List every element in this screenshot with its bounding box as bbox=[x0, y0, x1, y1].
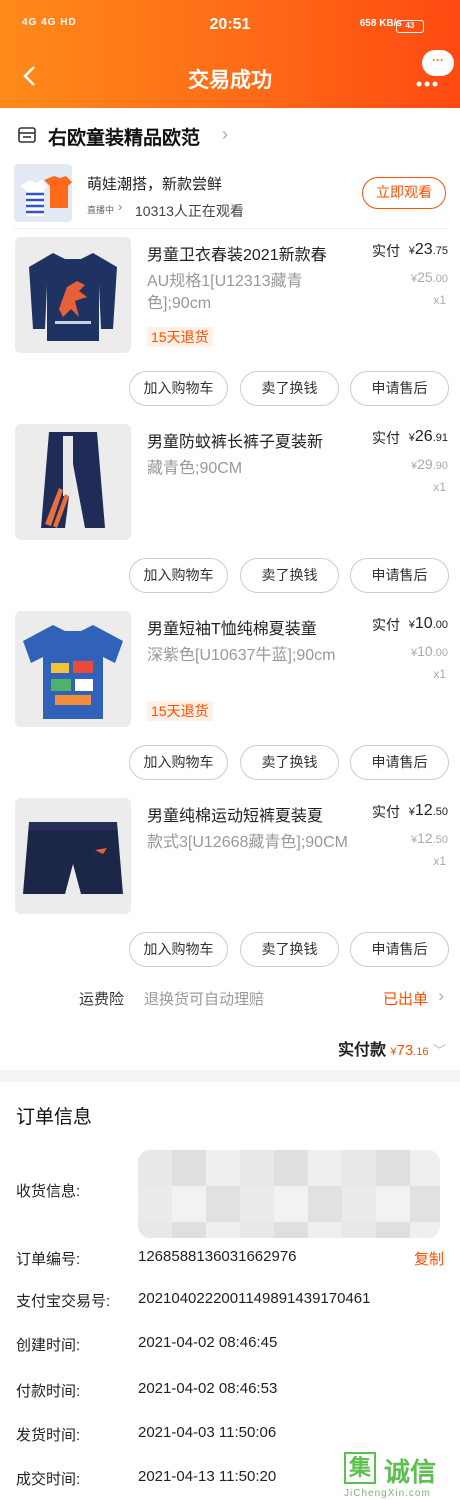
order-info-title: 订单信息 bbox=[16, 1107, 93, 1128]
product-item[interactable]: 男童卫衣春装2021新款春 AU规格1[U12313藏青色];90cm 15天退… bbox=[0, 237, 460, 424]
total-label: 实付款 bbox=[337, 1042, 386, 1059]
add-to-cart-button[interactable]: 加入购物车 bbox=[129, 745, 228, 780]
watermark-text: 诚信 bbox=[384, 1457, 437, 1487]
original-price: ¥12.50 bbox=[411, 830, 448, 846]
quantity: x1 bbox=[433, 480, 446, 494]
page-title: 交易成功 bbox=[188, 69, 272, 92]
divider bbox=[14, 228, 446, 229]
store-icon bbox=[17, 125, 37, 145]
shop-name: 右欧童装精品欧范 bbox=[48, 128, 201, 149]
product-name: 男童防蚊裤长裤子夏装新 bbox=[147, 434, 324, 451]
product-name: 男童短袖T恤纯棉夏装童 bbox=[147, 621, 317, 638]
total-paid[interactable]: 实付款 ¥73.16 ﹀ bbox=[338, 1036, 446, 1060]
resell-button[interactable]: 卖了换钱 bbox=[240, 745, 339, 780]
freight-insurance-row[interactable]: 运费险 退换货可自动理赔 已出单 › bbox=[0, 986, 460, 1012]
quantity: x1 bbox=[433, 854, 446, 868]
redacted-address bbox=[138, 1150, 440, 1238]
order-card: 右欧童装精品欧范 › 萌娃潮搭，新款尝鲜 直播中 › 10313人正在观看 立即… bbox=[0, 108, 460, 1070]
product-image bbox=[15, 798, 131, 914]
quantity: x1 bbox=[433, 293, 446, 307]
paid-time: 2021-04-02 08:46:53 bbox=[138, 1380, 278, 1397]
paid-label: 实付 bbox=[372, 243, 400, 259]
watermark: 集 诚信 JiChengXin.com bbox=[344, 1450, 460, 1500]
after-sale-button[interactable]: 申请售后 bbox=[350, 745, 449, 780]
product-image bbox=[15, 424, 131, 540]
product-name: 男童纯棉运动短裤夏装夏 bbox=[147, 808, 324, 825]
order-no: 1268588136031662976 bbox=[138, 1248, 297, 1265]
add-to-cart-button[interactable]: 加入购物车 bbox=[129, 371, 228, 406]
chevron-right-icon: › bbox=[118, 199, 123, 214]
nav-bar: 交易成功 bbox=[0, 56, 460, 100]
paid-price: ¥26.91 bbox=[408, 428, 448, 445]
live-slogan: 萌娃潮搭，新款尝鲜 bbox=[87, 176, 223, 193]
order-no-label: 订单编号: bbox=[16, 1251, 81, 1268]
status-bar: 4G 4G HD 20:51 658 KB/s 43 bbox=[0, 14, 460, 40]
return-badge: 15天退货 bbox=[147, 327, 213, 347]
live-viewers: 10313人正在观看 bbox=[135, 203, 244, 219]
chevron-right-icon: › bbox=[438, 986, 444, 1005]
original-price: ¥10.00 bbox=[411, 643, 448, 659]
receiver-label: 收货信息: bbox=[16, 1183, 81, 1200]
after-sale-button[interactable]: 申请售后 bbox=[350, 932, 449, 967]
resell-button[interactable]: 卖了换钱 bbox=[240, 932, 339, 967]
live-thumbnail bbox=[14, 164, 72, 222]
resell-button[interactable]: 卖了换钱 bbox=[240, 371, 339, 406]
product-spec: 款式3[U12668藏青色];90CM bbox=[147, 834, 348, 851]
add-to-cart-button[interactable]: 加入购物车 bbox=[129, 932, 228, 967]
freight-desc: 退换货可自动理赔 bbox=[144, 991, 265, 1008]
product-spec: AU规格1[U12313藏青色];90cm bbox=[147, 273, 303, 312]
watermark-url: JiChengXin.com bbox=[344, 1488, 431, 1499]
freight-status: 已出单 bbox=[382, 991, 428, 1008]
alipay-label: 支付宝交易号: bbox=[16, 1293, 111, 1310]
add-to-cart-button[interactable]: 加入购物车 bbox=[129, 558, 228, 593]
created-time: 2021-04-02 08:46:45 bbox=[138, 1334, 278, 1351]
shipped-label: 发货时间: bbox=[16, 1427, 81, 1444]
alipay-no: 2021040222001149891439170461 bbox=[138, 1290, 371, 1307]
paid-price: ¥10.00 bbox=[408, 615, 448, 632]
product-item[interactable]: 男童纯棉运动短裤夏装夏 款式3[U12668藏青色];90CM 实付 ¥12.5… bbox=[0, 798, 460, 985]
freight-label: 运费险 bbox=[79, 991, 125, 1008]
paid-label: 实付 bbox=[372, 804, 400, 820]
quantity: x1 bbox=[433, 667, 446, 681]
original-price: ¥25.00 bbox=[411, 269, 448, 285]
done-time: 2021-04-13 11:50:20 bbox=[138, 1468, 277, 1485]
original-price: ¥29.90 bbox=[411, 456, 448, 472]
shipped-time: 2021-04-03 11:50:06 bbox=[138, 1424, 277, 1441]
shop-header[interactable]: 右欧童装精品欧范 › bbox=[0, 120, 460, 150]
order-info-card: 订单信息 收货信息: 订单编号: 1268588136031662976 复制 … bbox=[0, 1082, 460, 1500]
after-sale-button[interactable]: 申请售后 bbox=[350, 558, 449, 593]
message-bubble-icon[interactable]: ··· bbox=[422, 50, 454, 76]
product-spec: 藏青色;90CM bbox=[147, 460, 243, 477]
watermark-logo-icon: 集 bbox=[344, 1452, 376, 1484]
watch-live-button[interactable]: 立即观看 bbox=[362, 177, 446, 209]
product-image bbox=[15, 611, 131, 727]
paid-label: 实付 bbox=[372, 430, 400, 446]
product-spec: 深紫色[U10637牛蓝];90cm bbox=[147, 647, 336, 664]
paid-label: 实付 bbox=[372, 617, 400, 633]
live-tag: 直播中 bbox=[87, 205, 115, 215]
copy-button[interactable]: 复制 bbox=[414, 1248, 444, 1269]
paid-price: ¥12.50 bbox=[408, 802, 448, 819]
done-label: 成交时间: bbox=[16, 1471, 81, 1488]
after-sale-button[interactable]: 申请售后 bbox=[350, 371, 449, 406]
paid-time-label: 付款时间: bbox=[16, 1383, 81, 1400]
chevron-right-icon: › bbox=[222, 124, 228, 144]
product-name: 男童卫衣春装2021新款春 bbox=[147, 247, 327, 264]
live-banner[interactable]: 萌娃潮搭，新款尝鲜 直播中 › 10313人正在观看 立即观看 bbox=[14, 162, 454, 224]
created-label: 创建时间: bbox=[16, 1337, 81, 1354]
return-badge: 15天退货 bbox=[147, 701, 213, 721]
chevron-down-icon: ﹀ bbox=[432, 1043, 446, 1058]
product-image bbox=[15, 237, 131, 353]
product-item[interactable]: 男童防蚊裤长裤子夏装新 藏青色;90CM 实付 ¥26.91 ¥29.90 x1… bbox=[0, 424, 460, 611]
resell-button[interactable]: 卖了换钱 bbox=[240, 558, 339, 593]
header: 4G 4G HD 20:51 658 KB/s 43 交易成功 ··· bbox=[0, 0, 460, 108]
battery-icon: 43 bbox=[396, 20, 424, 33]
paid-price: ¥23.75 bbox=[408, 241, 448, 258]
product-item[interactable]: 男童短袖T恤纯棉夏装童 深紫色[U10637牛蓝];90cm 15天退货 实付 … bbox=[0, 611, 460, 798]
total-amount: ¥73.16 bbox=[390, 1042, 429, 1059]
